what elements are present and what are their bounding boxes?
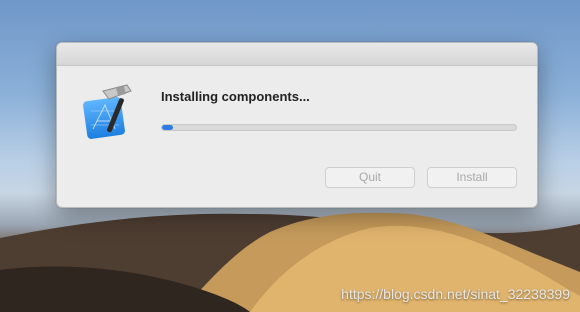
watermark-text: https://blog.csdn.net/sinat_32238399	[341, 286, 570, 302]
progress-bar	[161, 124, 517, 131]
progress-fill	[162, 125, 173, 130]
install-button[interactable]: Install	[427, 167, 517, 188]
dialog-titlebar[interactable]	[57, 43, 537, 66]
quit-button[interactable]: Quit	[325, 167, 415, 188]
xcode-icon	[79, 81, 143, 145]
install-dialog: Installing components... Quit Install	[56, 42, 538, 208]
status-message: Installing components...	[161, 89, 310, 104]
